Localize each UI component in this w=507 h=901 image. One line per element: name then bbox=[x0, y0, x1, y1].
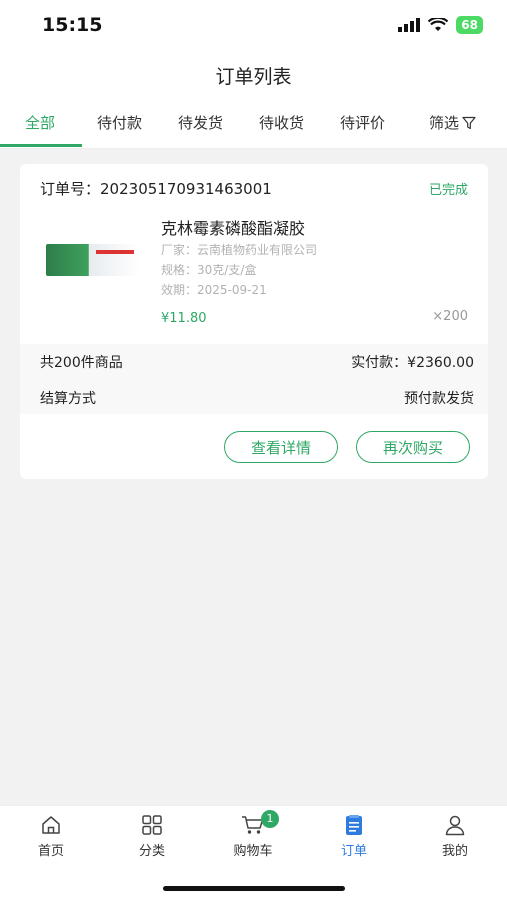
active-tab-indicator bbox=[0, 144, 82, 147]
product-quantity: ×200 bbox=[432, 309, 468, 324]
order-summary: 共200件商品 实付款：¥2360.00 结算方式 预付款发货 bbox=[20, 344, 488, 414]
category-icon bbox=[142, 815, 162, 835]
order-icon bbox=[346, 815, 362, 835]
page-title: 订单列表 bbox=[215, 66, 292, 88]
product-expiry: 效期：2025-09-21 bbox=[161, 283, 267, 297]
tab-pending-shipment[interactable]: 待发货 bbox=[178, 112, 223, 133]
navigation-bar: 订单列表 bbox=[0, 52, 507, 98]
tab-pending-review[interactable]: 待评价 bbox=[340, 112, 385, 133]
buy-again-button[interactable]: 再次购买 bbox=[356, 431, 470, 463]
nav-home[interactable]: 首页 bbox=[11, 814, 91, 859]
nav-profile-label: 我的 bbox=[441, 844, 468, 859]
settlement-label: 结算方式 bbox=[40, 391, 96, 407]
status-icons: 68 bbox=[398, 16, 483, 34]
nav-category[interactable]: 分类 bbox=[112, 814, 192, 859]
order-number: 订单号：202305170931463001 bbox=[40, 178, 272, 199]
nav-orders-label: 订单 bbox=[340, 844, 367, 859]
product-image-stripe bbox=[96, 250, 134, 254]
product-name[interactable]: 克林霉素磷酸酯凝胶 bbox=[161, 215, 305, 239]
home-icon bbox=[42, 816, 60, 834]
tab-pending-receipt[interactable]: 待收货 bbox=[259, 112, 304, 133]
item-count: 共200件商品 bbox=[40, 355, 123, 371]
status-time: 15:15 bbox=[42, 14, 103, 36]
nav-home-label: 首页 bbox=[37, 844, 64, 859]
nav-cart[interactable]: 1 购物车 bbox=[213, 810, 293, 859]
order-number-value: 202305170931463001 bbox=[100, 180, 272, 198]
status-bar: 15:15 68 bbox=[0, 0, 507, 52]
order-status-badge: 已完成 bbox=[428, 183, 468, 198]
battery-indicator: 68 bbox=[456, 16, 483, 34]
tab-pending-payment[interactable]: 待付款 bbox=[97, 112, 142, 133]
view-details-button[interactable]: 查看详情 bbox=[224, 431, 338, 463]
amount-paid: 实付款：¥2360.00 bbox=[351, 355, 474, 371]
order-status-tabs: 全部 待付款 待发货 待收货 待评价 筛选 bbox=[0, 98, 507, 149]
filter-icon bbox=[462, 116, 476, 129]
settlement-value: 预付款发货 bbox=[404, 391, 474, 407]
tab-all[interactable]: 全部 bbox=[25, 112, 55, 133]
wifi-icon bbox=[428, 18, 449, 31]
product-price: ¥11.80 bbox=[161, 311, 207, 326]
nav-cart-label: 购物车 bbox=[233, 844, 273, 859]
nav-profile[interactable]: 我的 bbox=[415, 814, 495, 859]
filter-button[interactable]: 筛选 bbox=[429, 112, 476, 133]
nav-orders[interactable]: 订单 bbox=[314, 814, 394, 859]
home-indicator bbox=[163, 886, 345, 891]
order-number-label: 订单号： bbox=[40, 180, 101, 198]
product-image[interactable] bbox=[46, 244, 140, 276]
product-spec: 规格：30克/支/盒 bbox=[161, 263, 257, 277]
order-card[interactable]: 订单号：202305170931463001 已完成 克林霉素磷酸酯凝胶 厂家：… bbox=[20, 164, 488, 479]
cart-badge: 1 bbox=[261, 810, 279, 828]
filter-label: 筛选 bbox=[429, 114, 460, 132]
product-manufacturer: 厂家：云南植物药业有限公司 bbox=[161, 243, 318, 257]
profile-icon bbox=[445, 815, 465, 836]
signal-icon bbox=[398, 18, 421, 32]
nav-category-label: 分类 bbox=[138, 844, 165, 859]
